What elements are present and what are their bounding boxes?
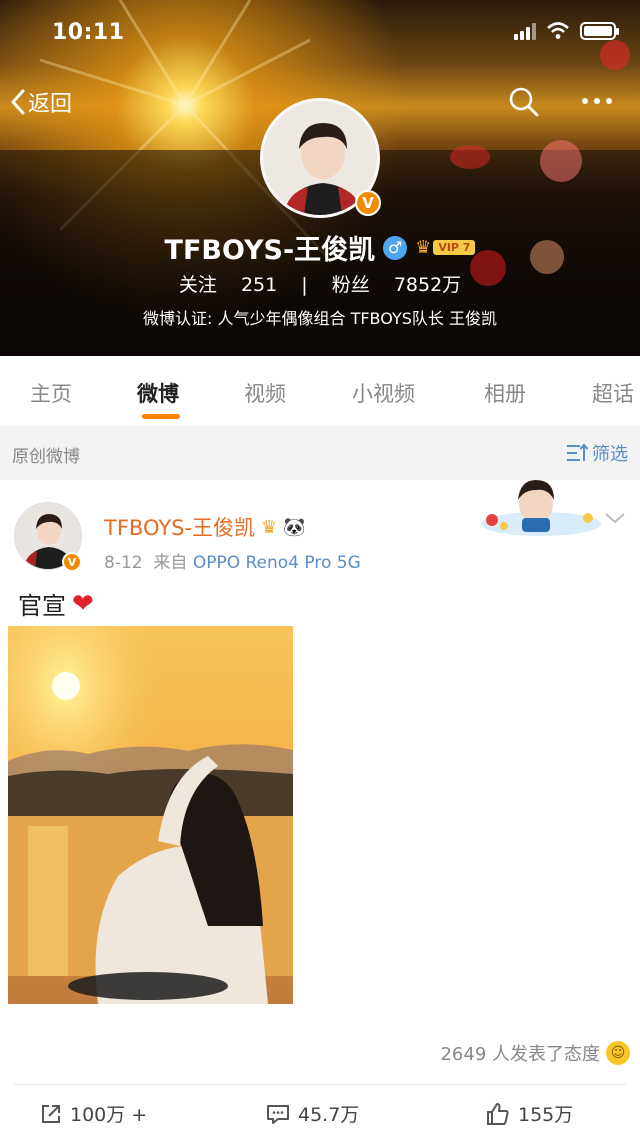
post-author-row: TFBOYS-王俊凯 ♛ 🐼 bbox=[104, 512, 306, 542]
more-options-icon[interactable] bbox=[582, 98, 612, 104]
post-date: 8-12 bbox=[104, 553, 143, 573]
verified-badge-icon: V bbox=[62, 552, 82, 572]
heart-icon: ❤ bbox=[72, 588, 94, 619]
profile-name: TFBOYS-王俊凯 bbox=[164, 235, 376, 266]
filter-bar-label: 原创微博 bbox=[12, 447, 80, 467]
reactions-summary[interactable]: 2649 人发表了态度 ☺ bbox=[440, 1040, 630, 1066]
vip-level: VIP 7 bbox=[433, 240, 476, 255]
weibo-post: V TFBOYS-王俊凯 ♛ 🐼 8-12 来自 OPPO Reno4 Pro … bbox=[0, 480, 640, 1139]
verification-text: 微博认证: 人气少年偶像组合 TFBOYS队长 王俊凯 bbox=[143, 309, 497, 328]
filter-button[interactable]: 筛选 bbox=[566, 440, 628, 466]
filter-bar: 原创微博 筛选 bbox=[0, 426, 640, 480]
post-text-row: 官宣 ❤ bbox=[18, 586, 94, 621]
active-tab-indicator bbox=[142, 414, 180, 419]
status-icons bbox=[514, 22, 619, 40]
tab-super-topic[interactable]: 超话 bbox=[592, 378, 634, 408]
decorative-sticker bbox=[478, 480, 604, 538]
comment-icon bbox=[267, 1104, 289, 1124]
post-menu-button[interactable] bbox=[604, 510, 626, 529]
bokeh-light bbox=[600, 40, 630, 70]
like-button[interactable]: 155万 bbox=[486, 1100, 573, 1127]
panda-icon: 🐼 bbox=[283, 516, 306, 538]
post-author-name[interactable]: TFBOYS-王俊凯 bbox=[104, 512, 255, 542]
comment-button[interactable]: 45.7万 bbox=[266, 1100, 359, 1127]
filter-label: 筛选 bbox=[592, 444, 628, 465]
battery-icon bbox=[580, 22, 619, 40]
thumbs-up-icon bbox=[487, 1102, 509, 1125]
signal-icon bbox=[514, 22, 536, 40]
comment-count: 45.7万 bbox=[298, 1104, 360, 1126]
repost-button[interactable]: 100万 + bbox=[40, 1100, 147, 1127]
following-label: 关注 bbox=[178, 274, 217, 296]
bokeh-light bbox=[450, 145, 490, 169]
tab-short-videos[interactable]: 小视频 bbox=[352, 378, 415, 408]
vip-badge[interactable]: ♛ VIP 7 bbox=[415, 237, 476, 258]
post-device[interactable]: OPPO Reno4 Pro 5G bbox=[193, 553, 361, 573]
chevron-left-icon bbox=[11, 89, 25, 115]
followers-count: 7852万 bbox=[393, 274, 462, 296]
tab-home[interactable]: 主页 bbox=[30, 378, 72, 408]
follow-stats: 关注 251 | 粉丝 7852万 bbox=[0, 270, 640, 297]
reactions-text: 2649 人发表了态度 bbox=[440, 1044, 600, 1065]
crown-icon: ♛ bbox=[415, 237, 432, 258]
profile-header: 10:11 返回 V TFBOYS-王俊凯 ♂ ♛ VIP 7 关注 251 |… bbox=[0, 0, 640, 356]
chevron-down-icon bbox=[605, 513, 625, 524]
crown-icon: ♛ bbox=[261, 516, 278, 538]
repost-count: 100万 + bbox=[70, 1104, 148, 1126]
search-icon bbox=[509, 87, 539, 117]
share-icon bbox=[42, 1104, 60, 1123]
following-stat[interactable]: 关注 251 bbox=[173, 274, 283, 296]
post-text: 官宣 bbox=[18, 592, 66, 620]
filter-icon bbox=[567, 443, 588, 461]
post-source-prefix: 来自 bbox=[153, 553, 188, 573]
tab-weibo[interactable]: 微博 bbox=[137, 378, 179, 408]
profile-tabs: 主页 微博 视频 小视频 相册 超话 bbox=[0, 356, 640, 426]
tab-album[interactable]: 相册 bbox=[484, 378, 526, 408]
status-time: 10:11 bbox=[52, 20, 125, 45]
wifi-icon bbox=[547, 22, 569, 39]
followers-stat[interactable]: 粉丝 7852万 bbox=[326, 274, 467, 296]
stats-separator: | bbox=[301, 274, 308, 296]
like-count: 155万 bbox=[518, 1104, 574, 1126]
back-button[interactable]: 返回 bbox=[10, 86, 72, 118]
profile-name-row: TFBOYS-王俊凯 ♂ ♛ VIP 7 bbox=[0, 228, 640, 267]
post-meta: 8-12 来自 OPPO Reno4 Pro 5G bbox=[104, 548, 361, 573]
search-button[interactable] bbox=[508, 86, 540, 122]
divider bbox=[14, 1084, 626, 1085]
post-image[interactable] bbox=[8, 626, 293, 1004]
grinning-emoji-icon: ☺ bbox=[606, 1041, 630, 1065]
verified-badge-icon: V bbox=[355, 190, 381, 216]
tab-videos[interactable]: 视频 bbox=[244, 378, 286, 408]
followers-label: 粉丝 bbox=[331, 274, 370, 296]
male-gender-icon: ♂ bbox=[383, 235, 408, 260]
following-count: 251 bbox=[240, 274, 278, 296]
bokeh-light bbox=[540, 140, 582, 182]
back-label: 返回 bbox=[28, 92, 73, 117]
